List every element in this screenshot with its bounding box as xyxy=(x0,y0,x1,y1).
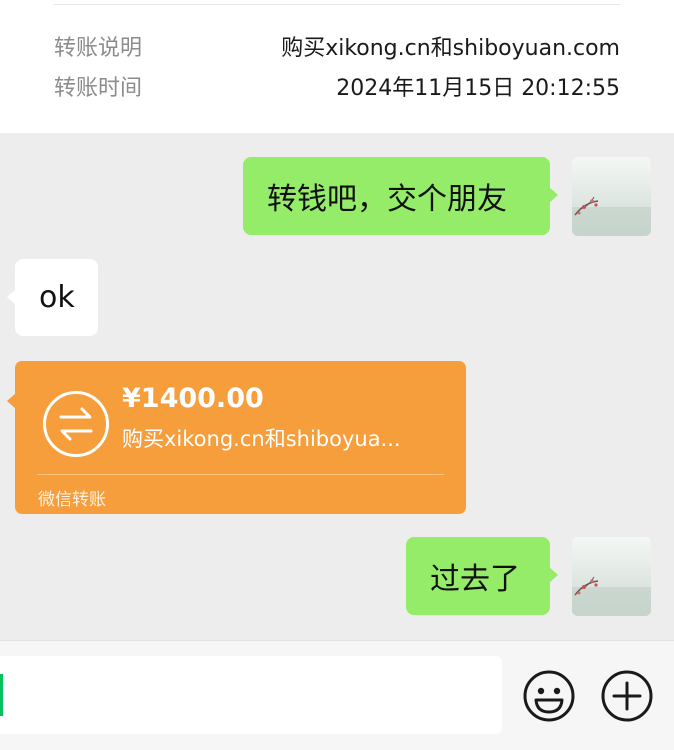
message-bubble-outgoing[interactable]: 过去了 xyxy=(406,537,558,615)
text-caret xyxy=(0,674,3,716)
message-input[interactable] xyxy=(0,656,502,734)
divider xyxy=(54,4,620,5)
message-text: ok xyxy=(39,280,75,315)
avatar-image xyxy=(572,196,651,236)
plus-icon[interactable] xyxy=(599,668,655,724)
transfer-icon xyxy=(43,391,109,457)
avatar[interactable] xyxy=(572,537,651,616)
transfer-note-row: 转账说明 购买xikong.cn和shiboyuan.com xyxy=(54,31,620,61)
message-text: 转钱吧，交个朋友 xyxy=(267,182,507,217)
transfer-note-value: 购买xikong.cn和shiboyuan.com xyxy=(281,36,620,61)
avatar-image xyxy=(572,576,651,616)
chat-area[interactable]: 转钱吧，交个朋友 ok ¥1400.00 购买xikong.cn和shiboyu… xyxy=(0,133,674,640)
transfer-time-label: 转账时间 xyxy=(54,76,143,101)
message-bubble-outgoing[interactable]: 转钱吧，交个朋友 xyxy=(243,157,558,235)
avatar[interactable] xyxy=(572,157,651,236)
transfer-card[interactable]: ¥1400.00 购买xikong.cn和shiboyua... 微信转账 xyxy=(7,361,466,514)
input-bar xyxy=(0,640,674,750)
transfer-details-panel: 转账说明 购买xikong.cn和shiboyuan.com 转账时间 2024… xyxy=(0,0,674,133)
transfer-note-label: 转账说明 xyxy=(54,36,143,61)
emoji-icon[interactable] xyxy=(521,668,577,724)
message-bubble-incoming[interactable]: ok xyxy=(7,259,98,336)
message-text: 过去了 xyxy=(430,562,520,597)
transfer-time-row: 转账时间 2024年11月15日 20:12:55 xyxy=(54,71,620,101)
transfer-footer-label: 微信转账 xyxy=(38,490,106,510)
divider xyxy=(37,474,444,475)
transfer-description: 购买xikong.cn和shiboyua... xyxy=(122,427,401,451)
transfer-amount: ¥1400.00 xyxy=(122,383,264,414)
transfer-time-value: 2024年11月15日 20:12:55 xyxy=(336,76,620,101)
